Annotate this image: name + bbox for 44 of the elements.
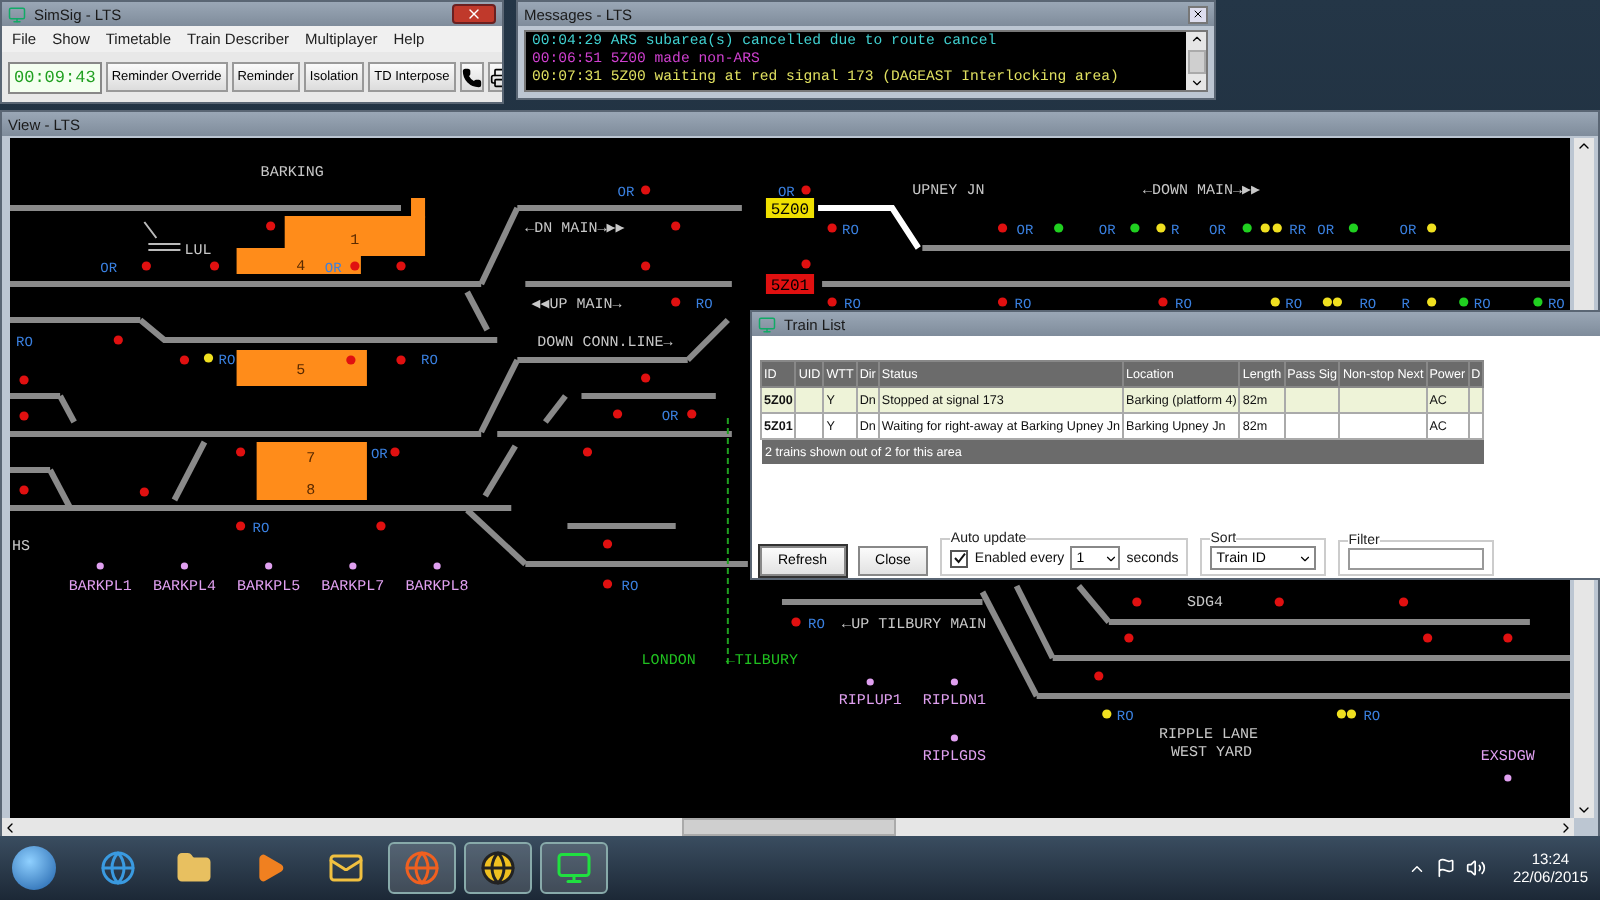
location-dot-icon bbox=[866, 678, 874, 686]
platform-block bbox=[256, 470, 367, 500]
platform-block bbox=[256, 442, 367, 470]
location-dot-icon bbox=[96, 562, 104, 570]
app-icon bbox=[556, 850, 592, 886]
globe-icon bbox=[100, 850, 136, 886]
close-icon bbox=[466, 6, 482, 22]
scroll-down-icon[interactable] bbox=[1576, 802, 1592, 818]
location-dot-icon bbox=[180, 562, 189, 570]
close-button[interactable] bbox=[1188, 5, 1208, 23]
start-button[interactable] bbox=[12, 846, 56, 890]
scroll-right-icon[interactable] bbox=[1558, 819, 1574, 835]
location-dot-icon bbox=[265, 562, 273, 570]
clock: 00:09:43 bbox=[8, 61, 102, 93]
filter-field[interactable] bbox=[1348, 548, 1485, 570]
scroll-left-icon[interactable] bbox=[2, 819, 18, 835]
scroll-down-icon[interactable] bbox=[1189, 76, 1203, 90]
checkbox[interactable] bbox=[950, 549, 969, 567]
lul-line bbox=[143, 221, 182, 251]
globe-icon bbox=[480, 850, 516, 886]
close-icon bbox=[1192, 8, 1204, 20]
location-dot-icon bbox=[1504, 774, 1512, 782]
location-dot-icon bbox=[950, 734, 959, 742]
folder-icon bbox=[176, 850, 212, 886]
route-line bbox=[818, 205, 921, 250]
scroll-up-icon[interactable] bbox=[1576, 138, 1592, 154]
location-dot-icon bbox=[950, 678, 959, 686]
phone-button[interactable] bbox=[459, 62, 484, 92]
globe-icon bbox=[404, 850, 440, 886]
scroll-up-icon[interactable] bbox=[1189, 32, 1203, 46]
mail-icon bbox=[328, 850, 364, 886]
check-icon bbox=[953, 552, 966, 564]
vertical-scrollbar[interactable] bbox=[1186, 32, 1206, 90]
speaker-icon[interactable] bbox=[1466, 858, 1487, 878]
app-icon bbox=[8, 5, 26, 23]
app-icon bbox=[758, 315, 776, 333]
location-dot-icon bbox=[433, 562, 441, 570]
play-icon bbox=[254, 852, 286, 884]
platform-block bbox=[236, 350, 367, 386]
taskbar-icon[interactable] bbox=[540, 842, 608, 894]
flag-icon[interactable] bbox=[1436, 858, 1457, 878]
location-dot-icon bbox=[349, 562, 357, 570]
taskbar-icon[interactable] bbox=[464, 842, 532, 894]
horizontal-scrollbar[interactable] bbox=[2, 818, 1574, 836]
